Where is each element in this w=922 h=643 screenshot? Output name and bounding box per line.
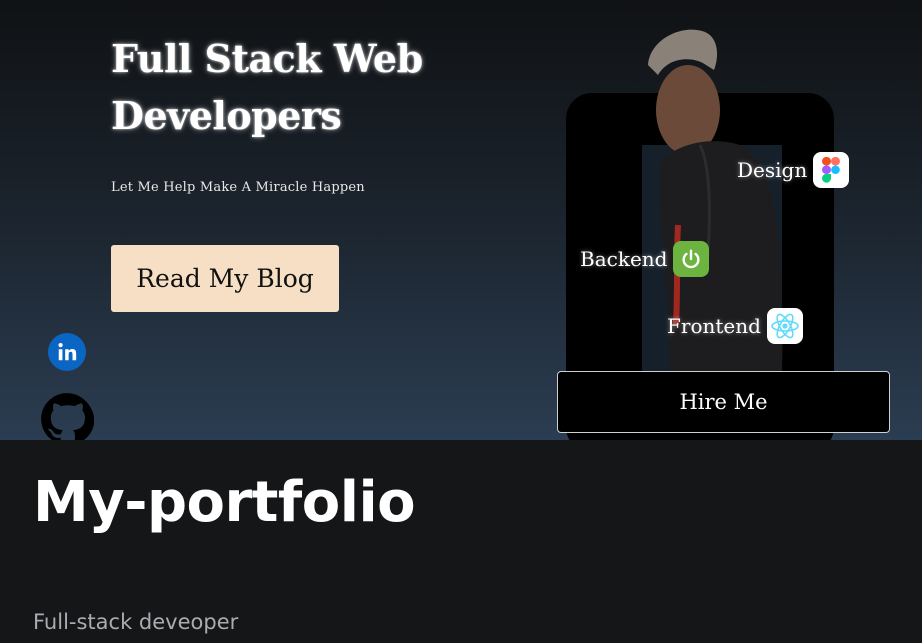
hire-me-button[interactable]: Hire Me bbox=[557, 371, 890, 433]
linkedin-icon[interactable] bbox=[48, 333, 86, 371]
skill-label: Frontend bbox=[667, 314, 761, 338]
hero-tagline: Let Me Help Make A Miracle Happen bbox=[111, 180, 365, 195]
portfolio-preview: Full Stack Web Developers Let Me Help Ma… bbox=[0, 0, 922, 440]
skill-backend: Backend bbox=[580, 241, 710, 277]
hero-title: Full Stack Web Developers bbox=[111, 36, 423, 138]
repo-title[interactable]: My-portfolio bbox=[33, 470, 416, 535]
figma-icon bbox=[813, 152, 850, 188]
skill-design: Design bbox=[737, 152, 850, 188]
spring-power-icon bbox=[673, 241, 710, 277]
react-icon bbox=[766, 308, 803, 344]
github-icon[interactable] bbox=[40, 392, 95, 440]
skill-label: Design bbox=[737, 158, 808, 182]
skill-label: Backend bbox=[580, 247, 668, 271]
read-blog-button[interactable]: Read My Blog bbox=[111, 245, 339, 312]
repo-description: Full-stack deveoper bbox=[33, 610, 239, 634]
skill-frontend: Frontend bbox=[667, 308, 803, 344]
